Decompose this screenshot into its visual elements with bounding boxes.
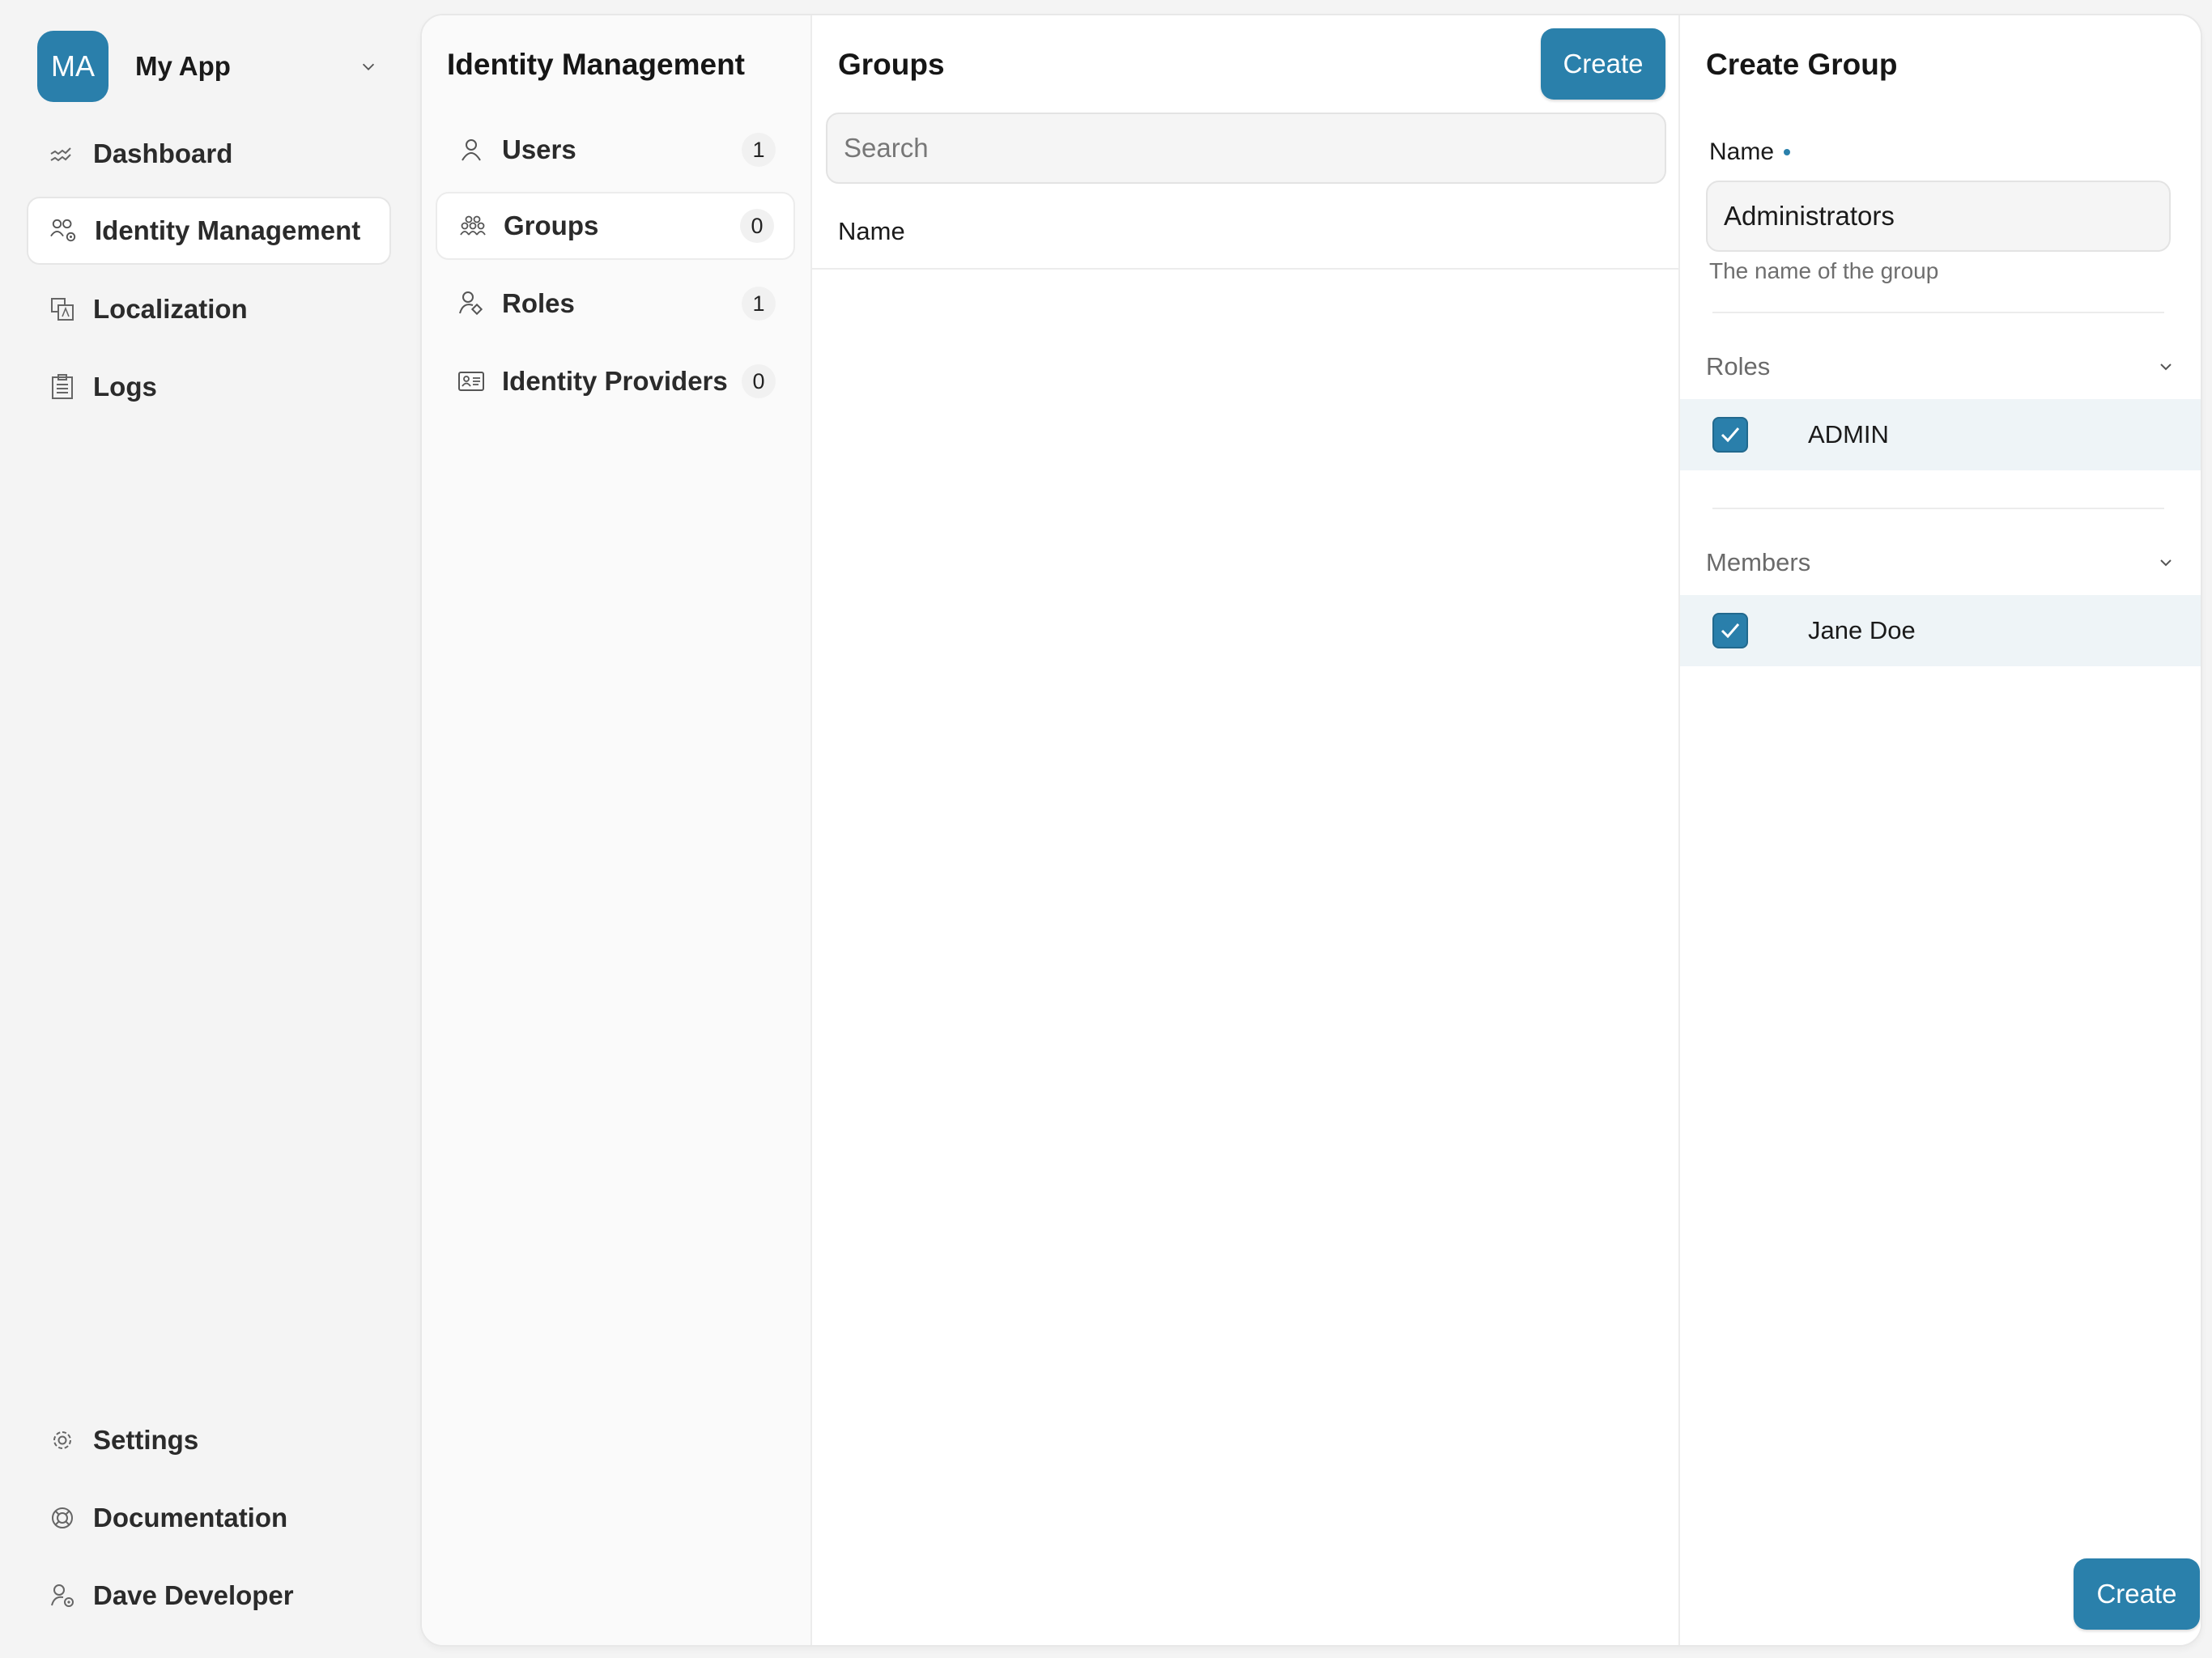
groups-list-panel: Groups Create Name — [812, 15, 1680, 1645]
chevron-down-icon — [362, 63, 375, 70]
subnav-item-groups[interactable]: Groups 0 — [436, 192, 795, 260]
roles-section-toggle[interactable]: Roles — [1706, 342, 2176, 391]
user-gear-icon — [49, 1582, 76, 1609]
sidebar-item-label: Logs — [93, 372, 157, 402]
subnav-item-users[interactable]: Users 1 — [436, 116, 795, 184]
subnav-item-label: Roles — [502, 288, 575, 318]
user-profile-button[interactable]: Dave Developer — [27, 1562, 391, 1630]
gear-icon — [49, 1426, 76, 1454]
subnav-item-label: Users — [502, 134, 576, 164]
roles-section-title: Roles — [1706, 352, 1771, 380]
app-avatar: MA — [37, 31, 108, 102]
chevron-down-icon — [2160, 363, 2172, 371]
sidebar-item-label: Settings — [93, 1425, 199, 1455]
sidebar-item-label: Dashboard — [93, 138, 233, 168]
groups-title: Groups — [838, 48, 945, 81]
sidebar-item-label: Identity Management — [95, 215, 361, 245]
sidebar-item-logs[interactable]: Logs — [27, 353, 391, 421]
search-input[interactable] — [826, 113, 1666, 184]
group-name-input[interactable] — [1706, 181, 2171, 252]
members-section-toggle[interactable]: Members — [1706, 538, 2176, 587]
sidebar-item-label: Documentation — [93, 1503, 288, 1533]
member-checkbox[interactable] — [1712, 613, 1748, 648]
column-header-name[interactable]: Name — [838, 217, 905, 246]
divider — [1712, 312, 2164, 313]
user-tag-icon — [457, 290, 485, 317]
app-switcher[interactable]: MA My App — [37, 31, 377, 102]
create-group-button[interactable]: Create — [1541, 28, 1665, 100]
divider — [1712, 508, 2164, 509]
translate-icon — [49, 295, 76, 323]
count-badge: 1 — [742, 287, 776, 321]
chart-line-icon — [49, 140, 76, 168]
name-field-hint: The name of the group — [1709, 258, 1939, 283]
count-badge: 0 — [742, 364, 776, 398]
lifebuoy-icon — [49, 1504, 76, 1532]
member-label: Jane Doe — [1808, 616, 1916, 644]
user-name: Dave Developer — [93, 1580, 294, 1610]
create-group-panel: Create Group Name The name of the group … — [1680, 15, 2201, 1645]
role-checkbox[interactable] — [1712, 417, 1748, 453]
members-section-title: Members — [1706, 548, 1811, 576]
required-indicator — [1784, 149, 1791, 155]
name-label-text: Name — [1709, 138, 1775, 165]
checkmark-icon — [1721, 427, 1740, 443]
user-icon — [457, 136, 485, 164]
subnav-item-identity-providers[interactable]: Identity Providers 0 — [436, 347, 795, 415]
subnav-item-label: Identity Providers — [502, 366, 728, 396]
sidebar: MA My App Dashboard Identity Management … — [0, 0, 419, 1658]
member-row-jane-doe[interactable]: Jane Doe — [1680, 595, 2201, 666]
chevron-down-icon — [2160, 559, 2172, 567]
sidebar-item-settings[interactable]: Settings — [27, 1406, 391, 1474]
checkmark-icon — [1721, 623, 1740, 639]
id-card-icon — [457, 368, 485, 395]
role-label: ADMIN — [1808, 420, 1889, 449]
identity-subnav: Identity Management Users 1 Groups 0 Rol… — [422, 15, 812, 1645]
submit-create-button[interactable]: Create — [2074, 1558, 2200, 1630]
role-row-admin[interactable]: ADMIN — [1680, 399, 2201, 470]
subnav-item-roles[interactable]: Roles 1 — [436, 270, 795, 338]
group-icon — [459, 212, 487, 240]
count-badge: 0 — [740, 209, 774, 243]
main-panel: Identity Management Users 1 Groups 0 Rol… — [420, 14, 2202, 1647]
users-gear-icon — [50, 217, 78, 244]
sidebar-item-identity-management[interactable]: Identity Management — [27, 197, 391, 265]
sidebar-item-localization[interactable]: Localization — [27, 275, 391, 343]
sidebar-item-label: Localization — [93, 294, 248, 324]
form-title: Create Group — [1706, 48, 1898, 81]
table-header: Name — [812, 195, 1678, 270]
subnav-title: Identity Management — [447, 48, 745, 81]
sidebar-item-dashboard[interactable]: Dashboard — [27, 120, 391, 188]
app-name: My App — [135, 51, 231, 81]
name-field-label: Name — [1709, 138, 1791, 166]
clipboard-list-icon — [49, 373, 76, 401]
subnav-item-label: Groups — [504, 210, 599, 240]
count-badge: 1 — [742, 133, 776, 167]
sidebar-item-documentation[interactable]: Documentation — [27, 1484, 391, 1552]
